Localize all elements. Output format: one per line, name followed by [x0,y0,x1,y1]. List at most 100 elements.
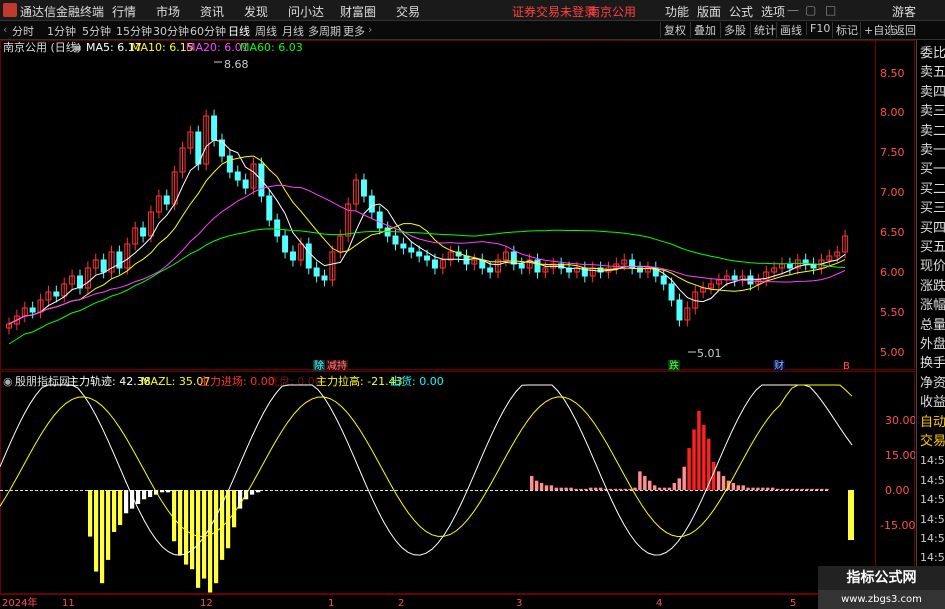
sidebar-item[interactable]: 净资 [920,376,945,392]
tool-multi-stock-button[interactable]: 多股 [720,22,749,38]
raise-bar [214,490,219,584]
maximize-icon[interactable]: □ [825,3,836,17]
sidebar-item[interactable]: 卖四 [920,85,945,101]
login-status[interactable]: 证券交易未登录 [512,3,596,20]
sidebar-item[interactable]: 14:56 [920,550,945,566]
sidebar-item[interactable]: 换手 [920,356,945,372]
prev-icon[interactable]: ‹ [3,23,7,36]
mazl-line [0,384,853,538]
tab-period-monthly[interactable]: 月线 [282,23,304,39]
sidebar-item[interactable]: 14:56 [920,531,945,547]
entry-bar [790,488,795,490]
sidebar-item[interactable]: 卖一 [920,143,945,159]
tool-back-button[interactable]: 返回 [890,22,919,38]
tab-period-30min[interactable]: 30分钟 [153,23,189,39]
restore-icon[interactable]: ▢ [805,3,816,17]
menu-item-layout[interactable]: 版面 [697,3,721,20]
chart-stock-title: 南京公用 (日线) [3,40,81,54]
minimize-icon[interactable]: — [787,3,799,17]
entry-bar [825,488,829,490]
sidebar-item[interactable]: 买三 [920,201,945,217]
candlesticks [6,109,849,335]
tab-period-weekly[interactable]: 周线 [255,23,277,39]
entry-bar [815,488,819,490]
entry-bar [761,487,765,490]
sidebar-item[interactable]: 买二 [920,182,945,198]
sidebar-item[interactable]: 卖三 [920,104,945,120]
sidebar-item[interactable]: 买一 [920,162,945,178]
sidebar-item[interactable]: 委比 [920,46,945,62]
sidebar-item[interactable]: 自动 [920,415,945,431]
sidebar-item[interactable]: 收益 [920,395,945,411]
entry-bar [667,487,672,490]
menu-item-discover[interactable]: 发现 [244,3,268,20]
more-chevron-icon[interactable]: › [368,23,372,36]
indicator-settings-icon[interactable]: ◉ [3,375,13,388]
menu-item-quotes[interactable]: 行情 [112,3,136,20]
candle-body [360,179,367,197]
ex-dividend-marker[interactable]: 除 [314,359,324,372]
watermark: 指标公式网 www.zbgs3.com [818,566,945,609]
indicator-distribution: 出货: 0.00 [390,374,444,388]
tab-period-5min[interactable]: 5分钟 [82,23,111,39]
financial-report-marker[interactable]: 财 [774,359,784,372]
entry-bar [716,471,721,490]
indicator-main-track: 主力轨迹: 42.38 [68,374,151,388]
tool-mark-button[interactable]: 标记 [832,22,861,38]
drop-marker[interactable]: 跌 [669,359,679,372]
entry-bar [564,487,568,490]
indicator-frame [0,371,915,594]
stock-chart[interactable]: 南京公用 (日线) ◉ MA5: 6.17 MA10: 6.15 MA20: 6… [0,40,915,609]
tab-period-1min[interactable]: 1分钟 [47,23,76,39]
candle-body [392,235,399,245]
sidebar-item[interactable]: 14:56 [920,512,945,528]
sidebar-item[interactable]: 交易 [920,434,945,450]
price-tick: 5.50 [880,306,905,319]
sidebar-item[interactable]: 现价 [920,259,945,275]
menu-item-formula[interactable]: 公式 [729,3,753,20]
sidebar-item[interactable]: 买五 [920,240,945,256]
reduce-holding-marker[interactable]: 减持 [327,359,347,372]
entry-bar [721,476,726,490]
raise-bar [124,490,129,514]
indicator-main-entry: 主力进场: 0.00 [199,374,275,388]
menu-item-options[interactable]: 选项 [761,3,785,20]
price-tick: 5.00 [880,346,905,359]
sidebar-item[interactable]: 涨跌 [920,279,945,295]
sidebar-item[interactable]: 14:56 [920,492,945,508]
entry-bar [574,488,578,490]
sidebar-item[interactable]: 外盘 [920,337,945,353]
menu-item-news[interactable]: 资讯 [200,3,224,20]
sidebar-item[interactable]: 总量 [920,318,945,334]
price-tick: 6.50 [880,226,905,239]
menu-item-market[interactable]: 市场 [156,3,180,20]
x-tick: 3 [516,598,522,609]
guest-button[interactable]: 游客 [892,3,916,20]
tab-period-daily[interactable]: 日线 [228,23,250,39]
sidebar-item[interactable]: 卖五 [920,65,945,81]
menu-item-trade[interactable]: 交易 [396,3,420,20]
tab-more[interactable]: 更多 [343,23,365,39]
tool-stats-button[interactable]: 统计 [750,22,779,38]
tab-period-15min[interactable]: 15分钟 [116,23,152,39]
entry-bar [544,485,549,490]
buy-signal-marker[interactable]: B [843,361,850,372]
sidebar-item[interactable]: 买四 [920,221,945,237]
sidebar-item[interactable]: 涨幅 [920,298,945,314]
tab-period-60min[interactable]: 60分钟 [190,23,226,39]
tab-period-tick[interactable]: 分时 [12,23,34,39]
tool-f10-button[interactable]: F10 [806,22,833,35]
tool-adjust-button[interactable]: 复权 [660,22,689,38]
tab-period-multi[interactable]: 多周期 [308,23,341,39]
menu-item-function[interactable]: 功能 [665,3,689,20]
menu-item-wealth[interactable]: 财富圈 [340,3,376,20]
sidebar-item[interactable]: 14:56 [920,453,945,469]
candle-body [226,155,233,173]
settings-circle-icon[interactable]: ◉ [72,41,82,54]
sidebar-item[interactable]: 14:56 [920,473,945,489]
sidebar-item[interactable]: 卖二 [920,124,945,140]
menu-item-ask[interactable]: 问小达 [288,3,324,20]
entry-bar [657,487,662,490]
tool-draw-button[interactable]: 画线 [776,22,805,38]
tool-overlay-button[interactable]: 叠加 [690,22,719,38]
